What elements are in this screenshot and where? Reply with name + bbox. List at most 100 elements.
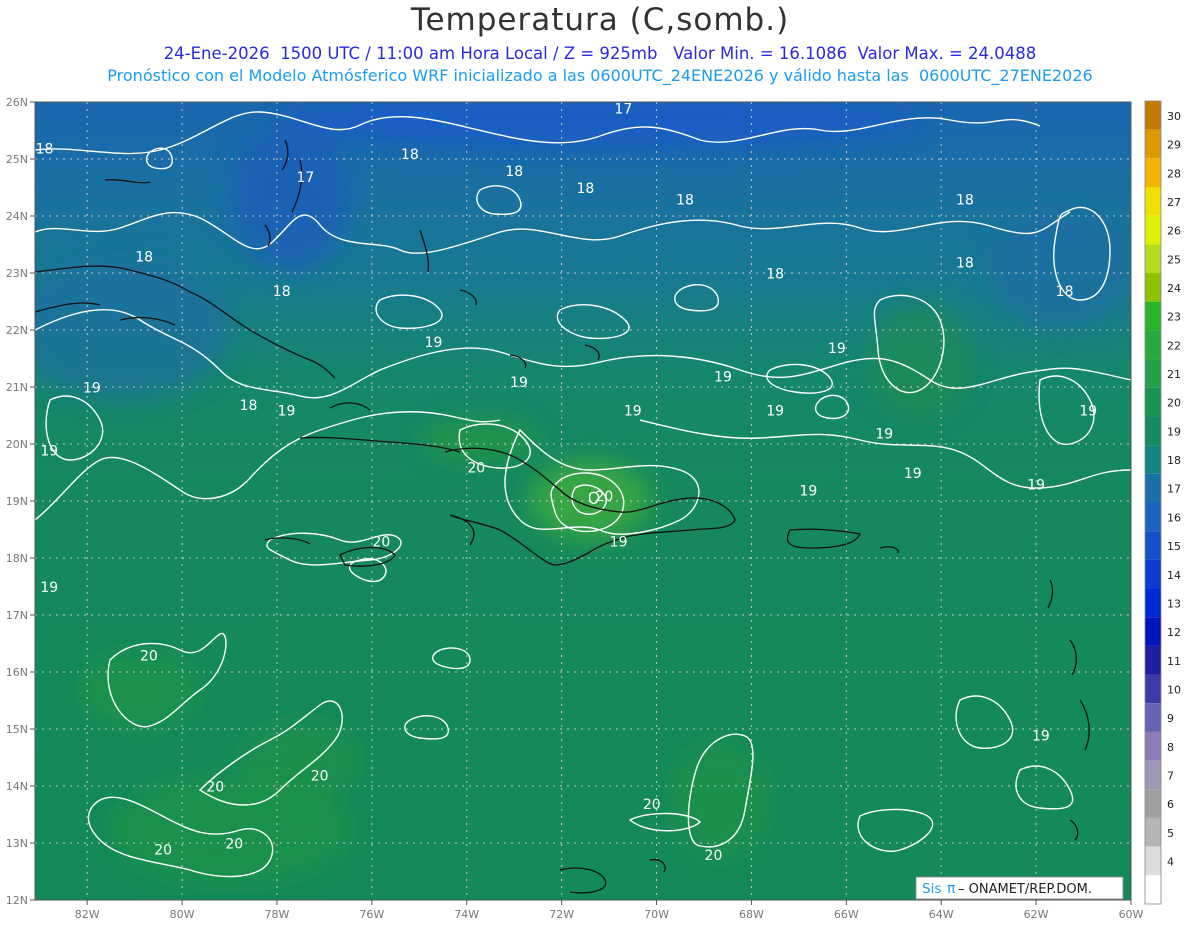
lat-tick-label: 25N — [6, 153, 28, 166]
colorbar-label: 18 — [1167, 454, 1181, 467]
colorbar-swatch — [1145, 617, 1161, 646]
isotherm-label: 19 — [799, 483, 817, 499]
colorbar-label: 24 — [1167, 282, 1181, 295]
colorbar-label: 15 — [1167, 540, 1181, 553]
credit-pi-icon: π — [947, 881, 956, 897]
colorbar-swatch — [1145, 875, 1161, 904]
isotherm-label: 18 — [401, 147, 419, 163]
lat-tick-label: 17N — [6, 609, 28, 622]
colorbar-swatch — [1145, 416, 1161, 446]
colorbar-swatch — [1145, 789, 1161, 818]
isotherm-label: 19 — [1032, 728, 1050, 744]
isotherm-label: 19 — [875, 426, 893, 442]
isotherm-label: 19 — [83, 381, 101, 397]
colorbar-label: 4 — [1167, 856, 1174, 869]
lat-tick-label: 18N — [6, 552, 28, 565]
colorbar-label: 20 — [1167, 397, 1181, 410]
colorbar-swatch — [1145, 101, 1161, 130]
lon-tick-label: 82W — [75, 908, 100, 921]
lat-tick-label: 15N — [6, 723, 28, 736]
colorbar-swatch — [1145, 531, 1161, 560]
isotherm-label: 20 — [372, 535, 390, 551]
colorbar-label: 19 — [1167, 425, 1181, 438]
isotherm-label: 20 — [140, 649, 158, 665]
isotherm-label: 19 — [624, 404, 642, 420]
lat-tick-label: 23N — [6, 267, 28, 280]
lon-tick-label: 78W — [265, 908, 290, 921]
colorbar-swatch — [1145, 359, 1161, 388]
isotherm-label: 20 — [467, 461, 485, 477]
colorbar-swatch — [1145, 846, 1161, 876]
credit-box: Sis π – ONAMET/REP.DOM. — [915, 876, 1124, 900]
isotherm-label: 20 — [225, 837, 243, 853]
colorbar-label: 14 — [1167, 569, 1181, 582]
isotherm-label: 18 — [135, 250, 153, 266]
isotherm-label: 18 — [505, 164, 523, 180]
isotherm-label: 18 — [956, 193, 974, 209]
colorbar-swatch — [1145, 731, 1161, 761]
temperature-map: 17 17 18 18 18 18 18 18 18 18 18 18 18 18 19 19 19 19 19 19… — [6, 96, 1181, 921]
isotherm-label: 18 — [273, 284, 291, 300]
isotherm-label: 20 — [154, 842, 172, 858]
isotherm-label: 19 — [425, 335, 443, 351]
colorbar-swatch — [1145, 559, 1161, 589]
colorbar-label: 23 — [1167, 311, 1181, 324]
colorbar-swatch — [1145, 187, 1161, 216]
colorbar-label: 26 — [1167, 225, 1181, 238]
isotherm-label: 19 — [40, 580, 58, 596]
lon-tick-label: 70W — [644, 908, 669, 921]
lon-tick-label: 62W — [1024, 908, 1049, 921]
lat-tick-label: 14N — [6, 780, 28, 793]
colorbar-label: 21 — [1167, 368, 1181, 381]
isotherm-label: 19 — [610, 535, 628, 551]
colorbar-swatch — [1145, 387, 1161, 417]
colorbar-swatch — [1145, 588, 1161, 618]
colorbar-swatch — [1145, 645, 1161, 675]
colorbar-label: 29 — [1167, 139, 1181, 152]
isotherm-label: 20 — [206, 780, 224, 796]
isotherm-label: 18 — [1056, 284, 1074, 300]
colorbar-label: 27 — [1167, 196, 1181, 209]
colorbar-label: 6 — [1167, 798, 1174, 811]
isotherm-label: 19 — [766, 404, 784, 420]
isotherm-label: 19 — [278, 404, 296, 420]
colorbar-label: 17 — [1167, 483, 1181, 496]
lon-tick-label: 68W — [739, 908, 764, 921]
credit-onamet-label: – ONAMET/REP.DOM. — [958, 882, 1092, 897]
colorbar-swatch — [1145, 674, 1161, 704]
colorbar-label: 9 — [1167, 712, 1174, 725]
isotherm-label: 19 — [40, 443, 58, 459]
colorbar-swatch — [1145, 473, 1161, 503]
colorbar-swatch — [1145, 129, 1161, 159]
lat-tick-label: 24N — [6, 210, 28, 223]
isotherm-label: 18 — [956, 255, 974, 271]
isotherm-label: 20 — [595, 489, 613, 505]
isotherm-label: 20 — [311, 768, 329, 784]
isotherm-label: 19 — [510, 375, 528, 391]
colorbar-swatch — [1145, 445, 1161, 474]
colorbar-swatch — [1145, 215, 1161, 245]
colorbar-label: 22 — [1167, 339, 1181, 352]
colorbar-swatch — [1145, 817, 1161, 847]
lat-tick-label: 26N — [6, 96, 28, 109]
colorbar-swatch — [1145, 301, 1161, 331]
lon-tick-label: 80W — [170, 908, 195, 921]
lat-tick-label: 19N — [6, 495, 28, 508]
isotherm-label: 20 — [643, 797, 661, 813]
isotherm-label: 18 — [576, 181, 594, 197]
isotherm-label: 18 — [240, 398, 258, 414]
lat-tick-label: 13N — [6, 837, 28, 850]
lat-tick-label: 16N — [6, 666, 28, 679]
colorbar-swatch — [1145, 244, 1161, 274]
lon-tick-label: 64W — [929, 908, 954, 921]
lat-tick-label: 12N — [6, 894, 28, 907]
lon-tick-label: 60W — [1119, 908, 1144, 921]
temperature-colorbar: 30 29 28 27 26 25 24 23 22 21 20 19 18 17 16 15 14 13 12 11… — [1144, 100, 1181, 905]
colorbar-label: 30 — [1167, 110, 1181, 123]
lon-tick-label: 76W — [359, 908, 384, 921]
colorbar-swatch — [1145, 703, 1161, 732]
colorbar-label: 16 — [1167, 511, 1181, 524]
colorbar-swatch — [1145, 273, 1161, 302]
isotherm-label: 18 — [676, 193, 694, 209]
isotherm-label: 19 — [828, 341, 846, 357]
